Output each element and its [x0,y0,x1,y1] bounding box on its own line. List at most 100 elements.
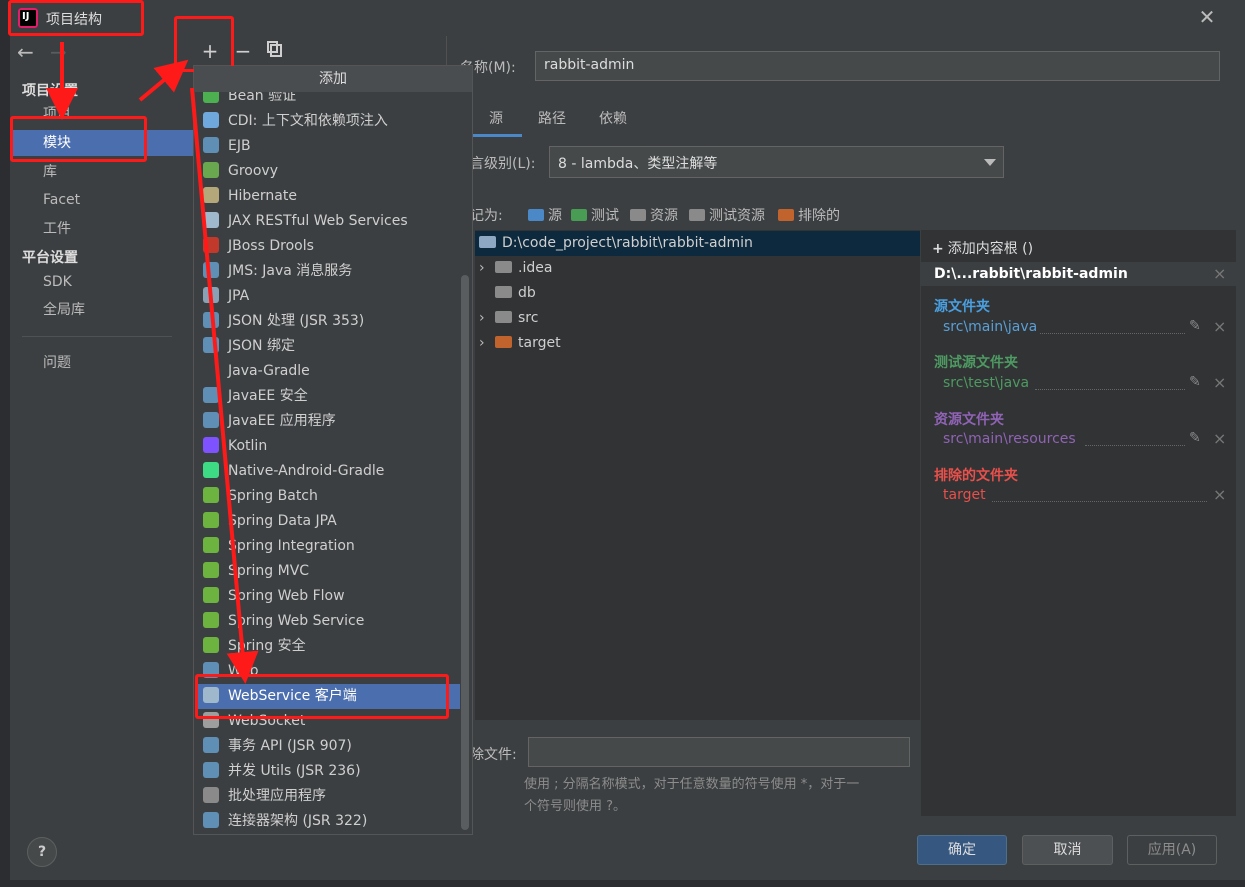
chevron-right-icon[interactable]: › [479,256,491,281]
popup-item[interactable]: Native-Android-Gradle [203,459,453,484]
popup-item[interactable]: JAX RESTful Web Services [203,209,453,234]
remove-folder-icon[interactable]: × [1213,429,1226,448]
ok-button[interactable]: 确定 [917,835,1007,865]
exclude-hint: 个符号则使用 ?。 [524,799,627,814]
leader-dots [1035,389,1185,390]
popup-item[interactable]: JBoss Drools [203,234,453,259]
tree-row-src[interactable]: › src [475,306,538,331]
copy-icon[interactable] [264,40,286,62]
annotation-box-webservice [195,674,449,719]
tab-dependencies[interactable]: 依赖 [599,108,627,132]
popup-item[interactable]: Spring Web Service [203,609,453,634]
popup-item[interactable]: 批处理应用程序 [203,784,453,809]
popup-scrollbar[interactable] [461,275,469,830]
close-icon[interactable]: ✕ [1196,6,1218,28]
tree-row-target[interactable]: › target [475,331,561,356]
remove-folder-icon[interactable]: × [1213,485,1226,504]
popup-item[interactable]: JavaEE 应用程序 [203,409,453,434]
mark-excluded-button[interactable]: 排除的 [778,205,840,225]
popup-item[interactable]: Kotlin [203,434,453,459]
cancel-button[interactable]: 取消 [1022,835,1113,865]
framework-icon [203,737,219,753]
plus-icon: + [932,241,944,257]
popup-item-label: Spring MVC [228,563,310,579]
folder-icon [495,286,512,298]
framework-icon [203,787,219,803]
popup-item[interactable]: Hibernate [203,184,453,209]
add-content-root-button[interactable]: + 添加内容根 () [932,238,1033,258]
chevron-right-icon[interactable]: › [479,306,491,331]
mark-resources-button[interactable]: 资源 [630,205,678,225]
popup-item[interactable]: EJB [203,134,453,159]
popup-item-label: Java-Gradle [228,363,310,379]
popup-item[interactable]: 连接器架构 (JSR 322) [203,809,453,834]
popup-item[interactable]: JSON 处理 (JSR 353) [203,309,453,334]
popup-item[interactable]: JPA [203,284,453,309]
popup-item[interactable]: Spring Integration [203,534,453,559]
framework-icon [203,237,219,253]
popup-item-label: Spring Integration [228,538,355,554]
popup-item[interactable]: Spring MVC [203,559,453,584]
sidebar-item-problems[interactable]: 问题 [10,350,193,376]
mark-test-resources-button[interactable]: 测试资源 [689,205,765,225]
exclude-files-input[interactable] [528,737,910,767]
popup-item[interactable]: Groovy [203,159,453,184]
chevron-right-icon[interactable]: › [479,331,491,356]
popup-item-label: Native-Android-Gradle [228,463,385,479]
back-arrow-icon[interactable]: ← [17,40,41,64]
framework-icon [203,262,219,278]
apply-button[interactable]: 应用(A) [1127,835,1217,865]
popup-item-label: 批处理应用程序 [228,788,326,804]
popup-item-label: Spring Web Flow [228,588,345,604]
pencil-icon[interactable]: ✎ [1189,374,1201,390]
tab-paths[interactable]: 路径 [538,108,566,132]
test-folders-title: 测试源文件夹 [934,355,1018,371]
sidebar-item-artifacts[interactable]: 工件 [10,216,193,242]
resources-folder-icon [630,209,646,221]
sidebar-item-libraries[interactable]: 库 [10,159,193,185]
mark-sources-button[interactable]: 源 [528,205,562,225]
popup-item[interactable]: Spring Web Flow [203,584,453,609]
tree-row-db[interactable]: db [475,281,536,306]
framework-icon [203,387,219,403]
popup-item-label: 事务 API (JSR 907) [228,738,352,754]
excluded-folders-title: 排除的文件夹 [934,468,1018,484]
sources-folder-icon [528,209,544,221]
popup-item[interactable]: JSON 绑定 [203,334,453,359]
popup-item[interactable]: JMS: Java 消息服务 [203,259,453,284]
remove-root-icon[interactable]: × [1213,264,1226,283]
sidebar-item-sdk[interactable]: SDK [10,269,193,295]
remove-folder-icon[interactable]: × [1213,373,1226,392]
chevron-down-icon[interactable] [984,159,996,166]
module-name-input[interactable]: rabbit-admin [535,51,1220,81]
framework-icon [203,437,219,453]
pencil-icon[interactable]: ✎ [1189,430,1201,446]
pencil-icon[interactable]: ✎ [1189,318,1201,334]
sidebar-item-global-libraries[interactable]: 全局库 [10,297,193,323]
help-button[interactable]: ? [27,837,57,867]
popup-item[interactable]: 事务 API (JSR 907) [203,734,453,759]
remove-folder-icon[interactable]: × [1213,317,1226,336]
framework-icon [203,337,219,353]
forward-arrow-icon[interactable]: → [50,40,74,64]
resource-folders-title: 资源文件夹 [934,412,1004,428]
popup-item[interactable]: Spring Data JPA [203,509,453,534]
sidebar-item-facets[interactable]: Facet [10,187,193,213]
popup-item[interactable]: 并发 Utils (JSR 236) [203,759,453,784]
tree-row-root[interactable]: D:\code_project\rabbit\rabbit-admin [475,231,920,256]
popup-item-label: CDI: 上下文和依赖项注入 [228,113,388,129]
tab-sources[interactable]: 源 [470,108,522,137]
mark-tests-button[interactable]: 测试 [571,205,619,225]
popup-item-label: Groovy [228,163,278,179]
popup-item[interactable]: Java-Gradle [203,359,453,384]
popup-item[interactable]: Spring Batch [203,484,453,509]
remove-button[interactable]: − [232,40,254,62]
popup-item[interactable]: CDI: 上下文和依赖项注入 [203,109,453,134]
folder-icon [479,236,496,248]
popup-item[interactable]: Spring 安全 [203,634,453,659]
popup-item-label: JMS: Java 消息服务 [228,263,353,279]
language-level-select[interactable]: 8 - lambda、类型注解等 [549,146,1004,178]
framework-icon [203,187,219,203]
popup-item[interactable]: JavaEE 安全 [203,384,453,409]
tree-row-idea[interactable]: › .idea [475,256,552,281]
